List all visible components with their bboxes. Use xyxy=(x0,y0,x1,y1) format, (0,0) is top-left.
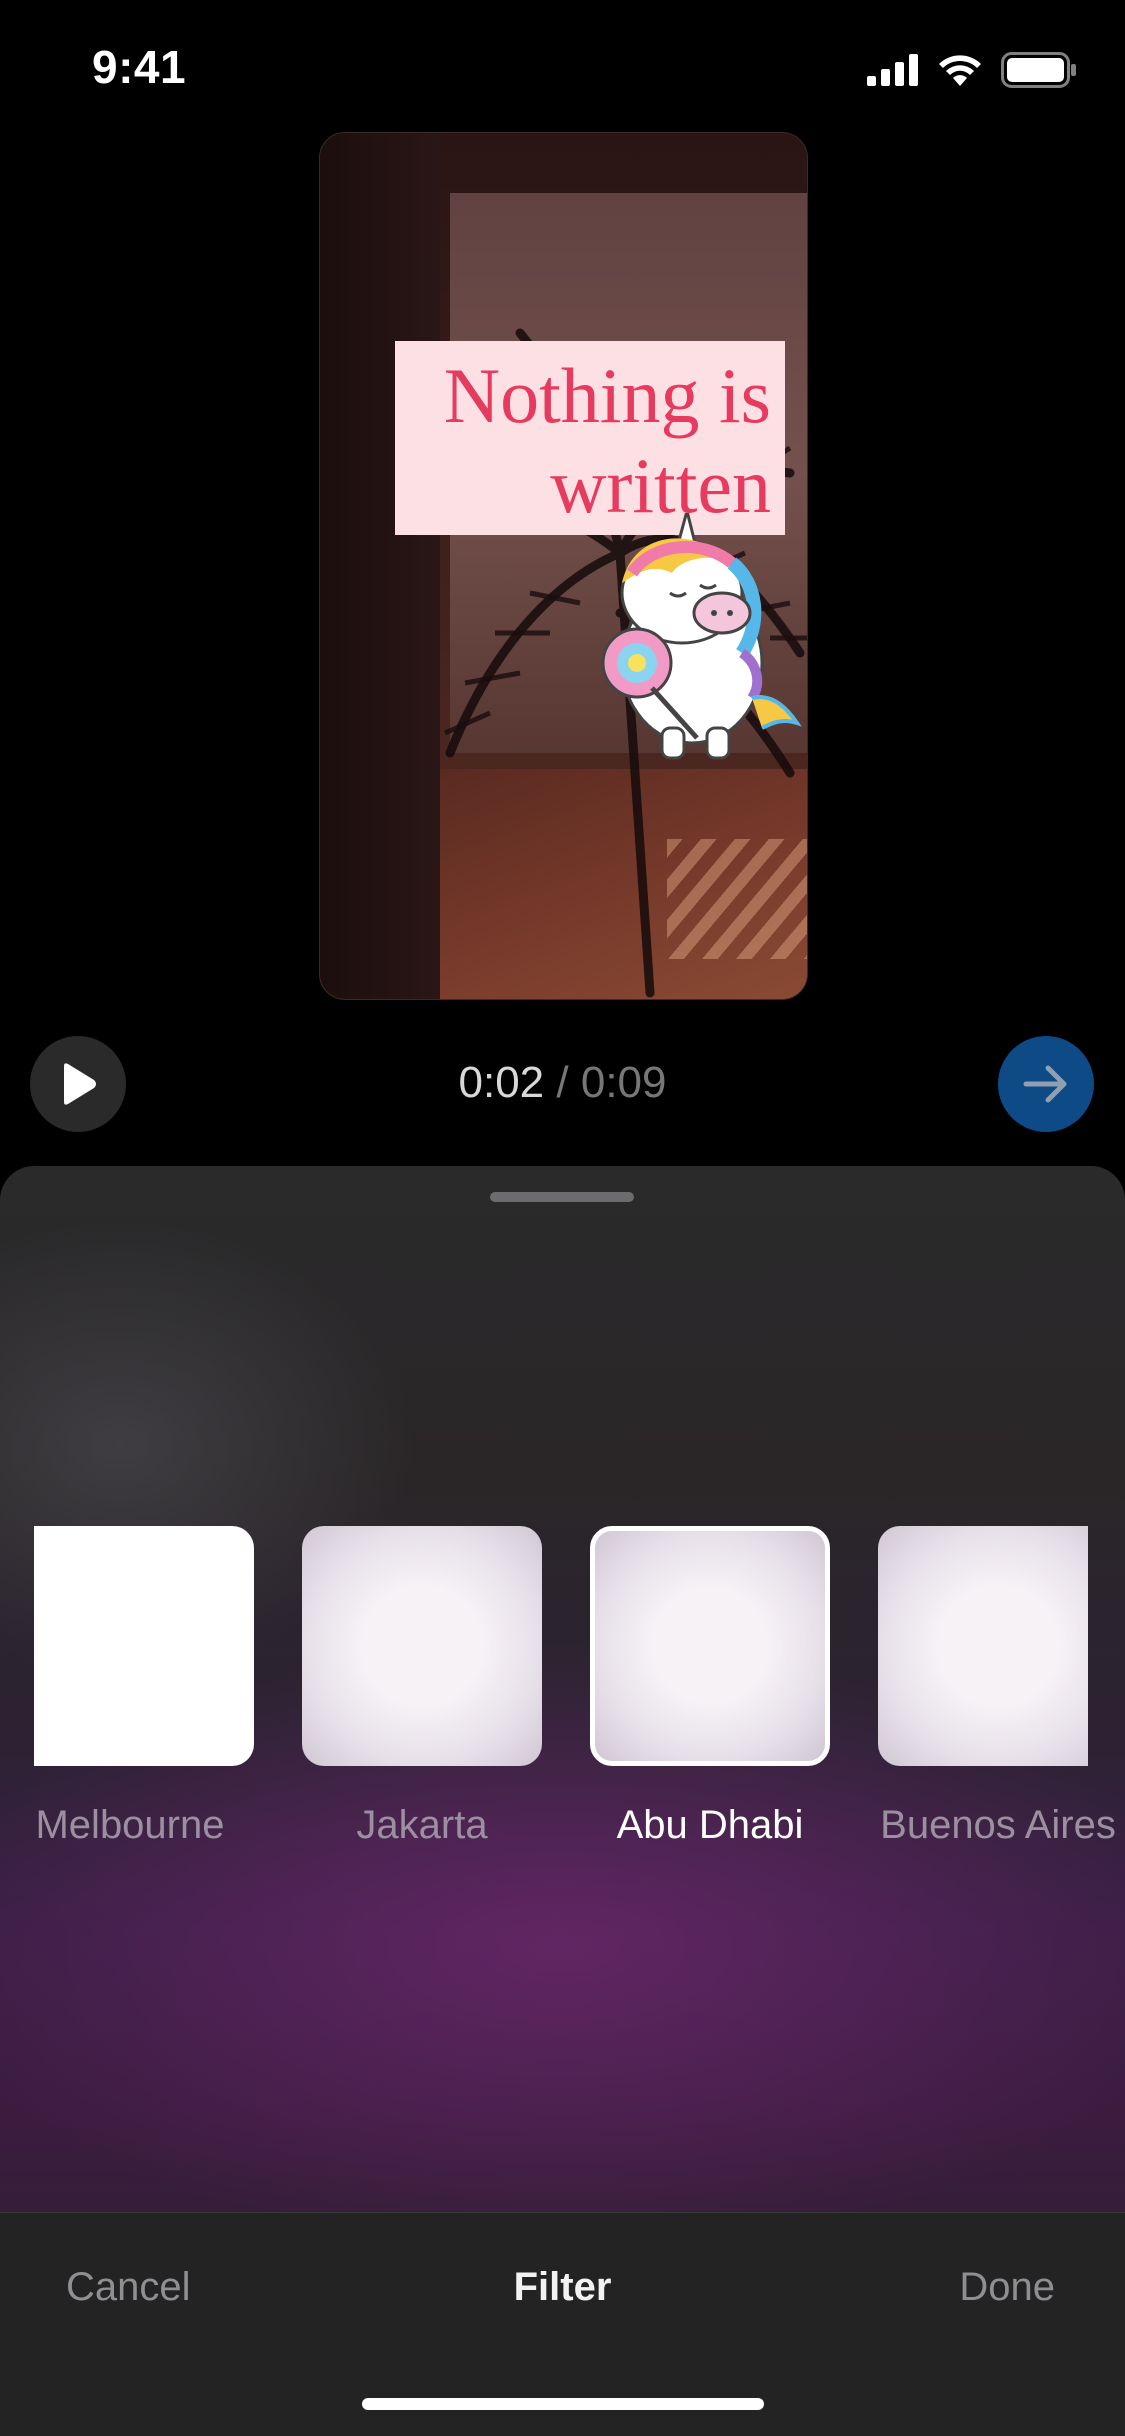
filter-item-jakarta[interactable]: Jakarta xyxy=(302,1526,542,1850)
battery-icon xyxy=(1001,52,1076,88)
total-time: 0:09 xyxy=(580,1058,667,1107)
status-bar: 9:41 xyxy=(0,0,1125,130)
time-separator: / xyxy=(544,1058,581,1107)
filter-item-melbourne[interactable]: Melbourne xyxy=(34,1526,254,1850)
filter-thumbnail[interactable] xyxy=(302,1526,542,1766)
filter-label: Buenos Aires xyxy=(880,1803,1116,1847)
filter-thumbnail[interactable] xyxy=(34,1526,254,1766)
sheet-grabber[interactable] xyxy=(490,1192,634,1202)
filter-label: Abu Dhabi xyxy=(616,1803,804,1847)
filter-item-abu-dhabi[interactable]: Abu Dhabi xyxy=(590,1526,830,1850)
home-indicator[interactable] xyxy=(362,2398,764,2410)
filter-sheet: Melbourne Jakarta Abu Dhabi Buenos Aires… xyxy=(0,1166,1125,2436)
filter-thumbnail-selected[interactable] xyxy=(590,1526,830,1766)
wifi-icon xyxy=(939,55,981,86)
caption-text: Nothing is written xyxy=(443,352,771,529)
bar-title: Filter xyxy=(513,2265,612,2309)
unicorn-sticker[interactable] xyxy=(582,513,802,763)
current-time: 0:02 xyxy=(458,1058,545,1107)
playback-time: 0:02 / 0:09 xyxy=(0,1058,1125,1108)
done-button[interactable]: Done xyxy=(959,2265,1055,2310)
caption-text-box[interactable]: Nothing is written xyxy=(395,341,785,535)
filter-label: Melbourne xyxy=(35,1803,225,1847)
status-icons xyxy=(867,52,1077,88)
arrow-right-icon xyxy=(1023,1065,1067,1103)
filter-item-buenos-aires[interactable] xyxy=(878,1526,1088,1766)
status-time: 9:41 xyxy=(92,41,187,93)
filter-thumbnail[interactable] xyxy=(878,1526,1088,1766)
next-button[interactable] xyxy=(998,1036,1094,1132)
cellular-signal-icon xyxy=(867,54,918,86)
filter-carousel[interactable]: Melbourne Jakarta Abu Dhabi Buenos Aires xyxy=(0,1526,1125,1926)
story-preview[interactable]: Nothing is written xyxy=(319,132,808,1000)
filter-label: Jakarta xyxy=(356,1803,488,1847)
